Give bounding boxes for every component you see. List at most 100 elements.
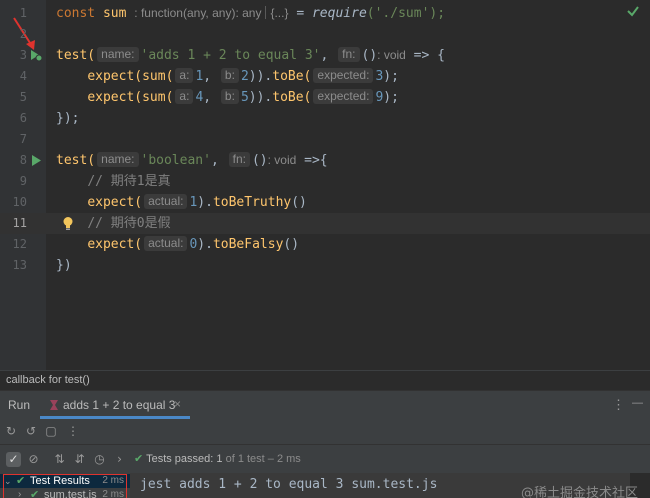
tobefalsy-call: toBeFalsy: [212, 237, 284, 252]
test-name-string: 'boolean': [140, 153, 211, 168]
expand-icon[interactable]: ›: [112, 452, 127, 467]
parens: )).: [248, 69, 273, 84]
sort-alpha-icon[interactable]: ⇅: [52, 452, 67, 467]
sum-call: sum(: [142, 69, 174, 84]
line-number: 2: [19, 27, 27, 41]
breadcrumb[interactable]: callback for test(): [0, 370, 650, 390]
test-toolbar: ✓ ⊘ ⇅ ⇵ ◷ › ✔ Tests passed: 1 of 1 test …: [0, 445, 650, 473]
code-line-3[interactable]: 3 test(name:'adds 1 + 2 to equal 3', fn:…: [0, 45, 650, 66]
variable-sum: sum: [102, 6, 127, 21]
code-line-8[interactable]: 8 test(name:'boolean', fn: (): void =>{: [0, 150, 650, 171]
param-hint-a: a:: [175, 89, 194, 104]
code-editor[interactable]: 1 const sum : function(any, any): any {..…: [0, 0, 650, 370]
sum-call: sum(: [142, 90, 174, 105]
code-text: });: [56, 111, 80, 126]
more-actions-icon[interactable]: ⋮: [66, 424, 80, 438]
code-line-4[interactable]: 4 expect(sum(a: 1, b: 2)).toBe(expected: 3)…: [0, 66, 650, 87]
parens: ).: [197, 195, 213, 210]
line-number: 9: [19, 174, 27, 188]
parens: (): [283, 237, 300, 252]
param-hint-a: a:: [175, 68, 194, 83]
jest-icon: [50, 400, 58, 410]
tests-passed-count: 1: [216, 453, 223, 465]
stop-icon[interactable]: ▢: [44, 424, 58, 438]
tests-passed-status: ✔ Tests passed: 1 of 1 test – 2 ms: [134, 452, 301, 465]
line-number: 4: [19, 69, 27, 83]
code-line-9[interactable]: 9 // 期待1是真: [0, 171, 650, 192]
code-line-12[interactable]: 12 expect(actual: 0).toBeFalsy(): [0, 234, 650, 255]
code-text: }): [56, 258, 72, 273]
return-type-hint: : void: [267, 153, 297, 167]
comment: // 期待0是假: [87, 216, 171, 231]
code-line-1[interactable]: 1 const sum : function(any, any): any {..…: [0, 3, 650, 24]
line-number: 6: [19, 111, 27, 125]
comma: ,: [320, 48, 337, 63]
close-tab-icon[interactable]: ×: [174, 397, 181, 411]
rerun-icon[interactable]: ↻: [4, 424, 18, 438]
comma: ,: [203, 69, 212, 84]
param-hint-actual: actual:: [144, 194, 188, 209]
run-test-passed-icon[interactable]: [30, 49, 42, 62]
tests-passed-label: Tests passed:: [146, 453, 214, 465]
test-name-string: 'adds 1 + 2 to equal 3': [140, 48, 321, 63]
show-passed-icon[interactable]: ✓: [6, 452, 21, 467]
line-number: 10: [12, 195, 27, 209]
run-tab-label: adds 1 + 2 to equal 3: [63, 398, 176, 412]
sort-duration-icon[interactable]: ⇵: [72, 452, 87, 467]
parens: );: [383, 90, 399, 105]
line-number: 8: [19, 153, 27, 167]
run-toolbar: ↻ ↺ ▢ ⋮: [0, 419, 650, 445]
number: 5: [240, 90, 249, 105]
param-hint-actual: actual:: [144, 236, 188, 251]
code-line-6[interactable]: 6 });: [0, 108, 650, 129]
code-line-10[interactable]: 10 expect(actual: 1).toBeTruthy(): [0, 192, 650, 213]
line-number: 13: [12, 258, 27, 272]
code-line-7[interactable]: 7: [0, 129, 650, 150]
parens: (): [291, 195, 307, 210]
require-args: ('./sum');: [366, 6, 446, 21]
code-line-2[interactable]: 2: [0, 24, 650, 45]
comment: // 期待1是真: [87, 174, 171, 189]
arrow: => {: [405, 48, 445, 63]
expect-call: expect(: [87, 195, 143, 210]
run-tool-window: Run adds 1 + 2 to equal 3 × ⋮ — ↻ ↺ ▢ ⋮ …: [0, 390, 650, 498]
return-type-hint: : void: [377, 48, 406, 62]
breadcrumb-label[interactable]: callback for test(): [6, 374, 90, 386]
operator: =: [288, 6, 312, 21]
code-line-11[interactable]: 11 // 期待0是假: [0, 213, 650, 234]
param-hint-b: b:: [220, 68, 239, 83]
param-hint-expected: expected:: [313, 68, 374, 83]
more-options-icon[interactable]: ⋮: [612, 397, 625, 413]
test-call: test(: [56, 153, 96, 168]
param-hint-name: name:: [97, 152, 139, 167]
expect-call: expect(: [87, 69, 143, 84]
line-number: 3: [19, 48, 27, 62]
minimize-icon[interactable]: —: [632, 397, 643, 409]
fold-hint[interactable]: {...}: [270, 6, 288, 20]
line-number: 11: [12, 216, 27, 230]
line-number: 12: [12, 237, 27, 251]
parens: (): [251, 153, 268, 168]
console-output[interactable]: jest adds 1 + 2 to equal 3 sum.test.js @…: [130, 473, 650, 498]
annotation-highlight-box: [3, 474, 127, 498]
test-call: test(: [56, 48, 96, 63]
code-line-13[interactable]: 13 }): [0, 255, 650, 276]
parens: (): [361, 48, 378, 63]
parens: )).: [248, 90, 273, 105]
tobe-call: toBe(: [272, 90, 312, 105]
history-icon[interactable]: ◷: [92, 452, 107, 467]
tests-passed-detail: of 1 test – 2 ms: [225, 453, 301, 465]
expect-call: expect(: [87, 237, 143, 252]
show-ignored-icon[interactable]: ⊘: [26, 452, 41, 467]
console-command: jest adds 1 + 2 to equal 3 sum.test.js: [140, 477, 438, 492]
require-call: require: [311, 6, 367, 21]
param-hint-b: b:: [220, 89, 239, 104]
code-line-5[interactable]: 5 expect(sum(a: 4, b: 5)).toBe(expected: 9)…: [0, 87, 650, 108]
run-tab[interactable]: adds 1 + 2 to equal 3 ×: [40, 391, 190, 419]
line-number: 5: [19, 90, 27, 104]
line-number: 1: [19, 6, 27, 20]
rerun-failed-icon[interactable]: ↺: [24, 424, 38, 438]
watermark: @稀土掘金技术社区: [520, 486, 638, 498]
line-number: 7: [19, 132, 27, 146]
run-test-icon[interactable]: [30, 154, 42, 167]
